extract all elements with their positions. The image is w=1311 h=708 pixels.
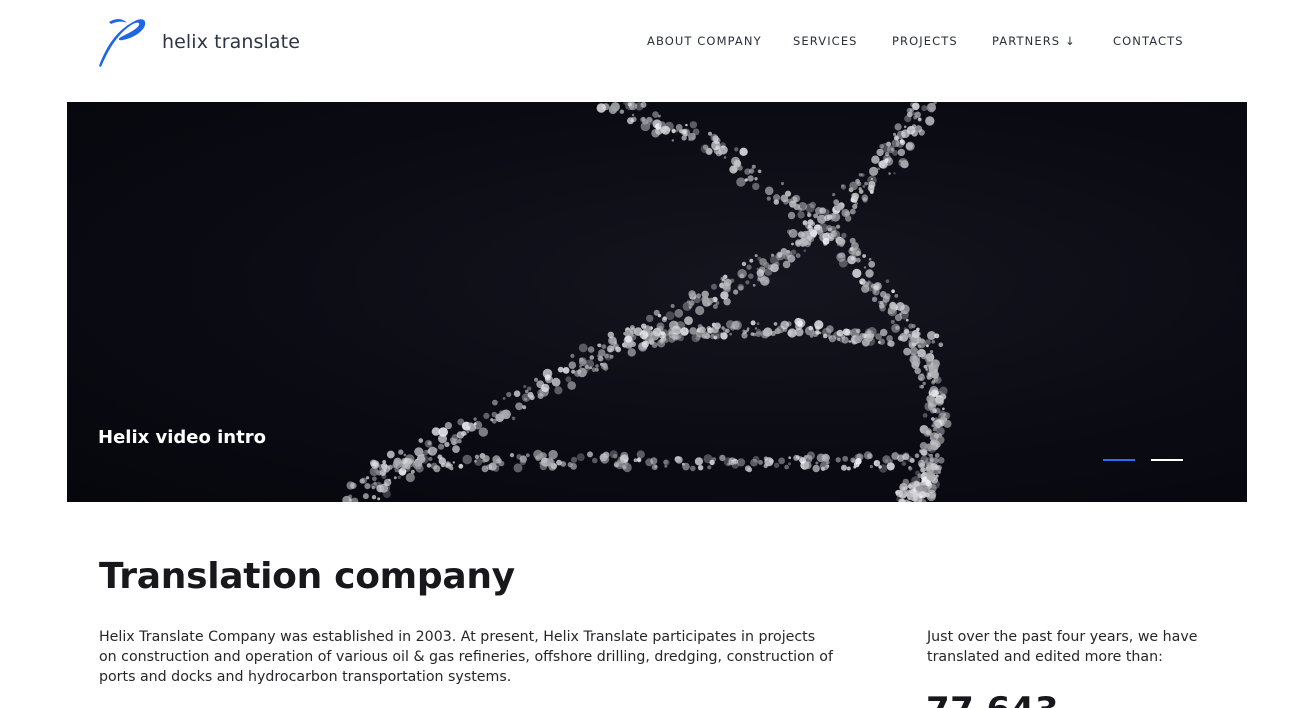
hero-slider[interactable]: Helix video intro xyxy=(67,102,1247,502)
nav-partners[interactable]: PARTNERS ↓ xyxy=(992,34,1076,48)
stats-caption: Just over the past four years, we have t… xyxy=(927,629,1198,665)
slider-dot-1[interactable] xyxy=(1103,459,1135,461)
page-title: Translation company xyxy=(99,556,515,597)
slider-dot-2[interactable] xyxy=(1151,459,1183,461)
nav-about-company[interactable]: ABOUT COMPANY xyxy=(647,34,762,48)
site-header: helix translate ABOUT COMPANY SERVICES P… xyxy=(0,0,1311,102)
stats-counter: 77 643 xyxy=(926,690,1059,708)
nav-contacts[interactable]: CONTACTS xyxy=(1113,34,1184,48)
nav-projects[interactable]: PROJECTS xyxy=(892,34,958,48)
intro-paragraph: Helix Translate Company was established … xyxy=(99,629,833,685)
hero-caption: Helix video intro xyxy=(98,427,266,448)
main-nav: ABOUT COMPANY SERVICES PROJECTS PARTNERS… xyxy=(0,34,1311,50)
nav-services[interactable]: SERVICES xyxy=(793,34,858,48)
